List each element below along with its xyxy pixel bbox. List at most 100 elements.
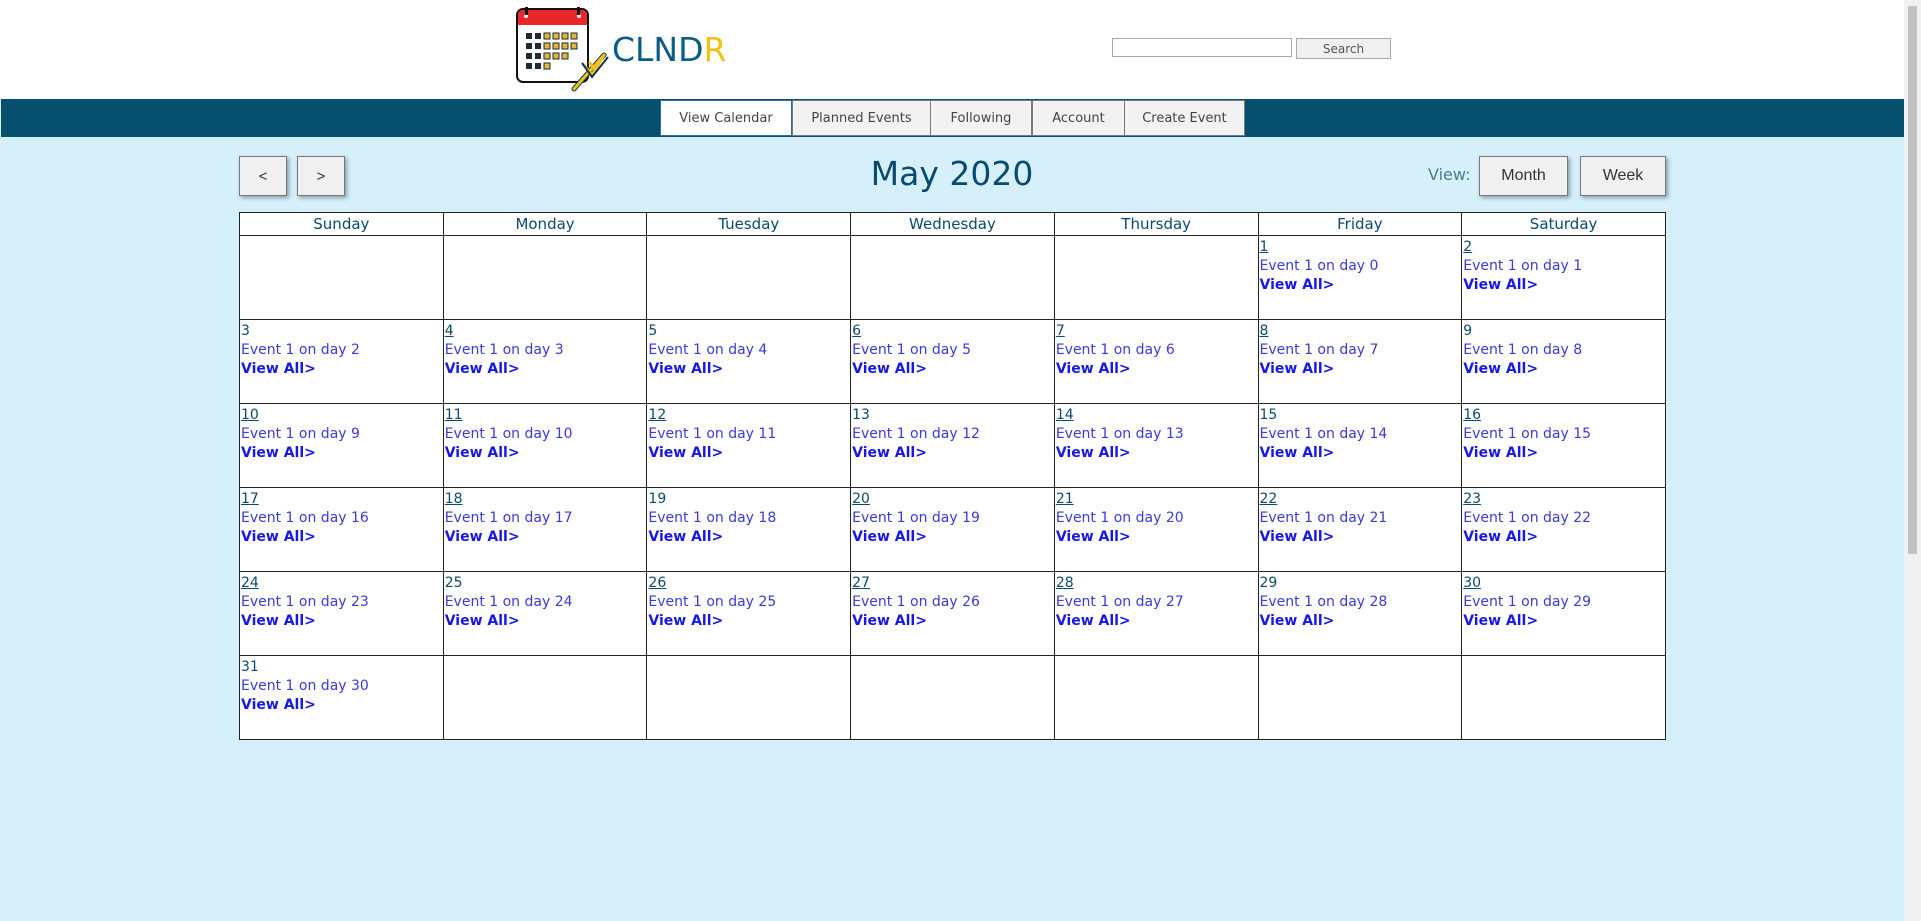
- previous-month-button[interactable]: <: [239, 156, 287, 196]
- event-link[interactable]: Event 1 on day 12: [852, 424, 1053, 444]
- event-link[interactable]: Event 1 on day 1: [1463, 256, 1664, 276]
- day-cell[interactable]: 10 Event 1 on day 9 View All>: [239, 403, 444, 488]
- day-cell[interactable]: 4 Event 1 on day 3 View All>: [442, 319, 648, 404]
- search-button[interactable]: Search: [1296, 38, 1391, 59]
- view-all-link[interactable]: View All>: [1260, 612, 1461, 631]
- day-number-link[interactable]: 24: [241, 575, 259, 592]
- day-cell[interactable]: 18 Event 1 on day 17 View All>: [442, 487, 648, 572]
- event-link[interactable]: Event 1 on day 18: [648, 508, 849, 528]
- event-link[interactable]: Event 1 on day 29: [1463, 592, 1664, 612]
- day-number-link[interactable]: 17: [241, 491, 259, 508]
- tab-following[interactable]: Following: [930, 100, 1032, 136]
- day-number-link[interactable]: 29: [1260, 575, 1278, 592]
- view-all-link[interactable]: View All>: [1260, 276, 1461, 295]
- view-all-link[interactable]: View All>: [648, 444, 849, 463]
- day-number-link[interactable]: 31: [241, 659, 259, 676]
- day-number-link[interactable]: 21: [1056, 491, 1074, 508]
- day-number-link[interactable]: 9: [1463, 323, 1472, 340]
- view-all-link[interactable]: View All>: [1056, 612, 1257, 631]
- day-number-link[interactable]: 5: [648, 323, 657, 340]
- day-number-link[interactable]: 16: [1463, 407, 1481, 424]
- view-all-link[interactable]: View All>: [852, 528, 1053, 547]
- event-link[interactable]: Event 1 on day 15: [1463, 424, 1664, 444]
- day-cell[interactable]: 16 Event 1 on day 15 View All>: [1461, 403, 1666, 488]
- day-cell[interactable]: 28 Event 1 on day 27 View All>: [1053, 571, 1259, 656]
- next-month-button[interactable]: >: [297, 156, 345, 196]
- view-all-link[interactable]: View All>: [241, 612, 442, 631]
- day-number-link[interactable]: 2: [1463, 239, 1472, 256]
- day-cell[interactable]: 12 Event 1 on day 11 View All>: [646, 403, 852, 488]
- day-number-link[interactable]: 25: [445, 575, 463, 592]
- day-cell[interactable]: 29 Event 1 on day 28 View All>: [1257, 571, 1463, 656]
- view-all-link[interactable]: View All>: [1056, 528, 1257, 547]
- event-link[interactable]: Event 1 on day 25: [648, 592, 849, 612]
- day-cell[interactable]: 7 Event 1 on day 6 View All>: [1053, 319, 1259, 404]
- day-number-link[interactable]: 28: [1056, 575, 1074, 592]
- day-cell[interactable]: 2 Event 1 on day 1 View All>: [1461, 235, 1666, 320]
- day-number-link[interactable]: 1: [1260, 239, 1269, 256]
- event-link[interactable]: Event 1 on day 23: [241, 592, 442, 612]
- day-number-link[interactable]: 7: [1056, 323, 1065, 340]
- view-all-link[interactable]: View All>: [241, 696, 442, 715]
- event-link[interactable]: Event 1 on day 14: [1260, 424, 1461, 444]
- event-link[interactable]: Event 1 on day 19: [852, 508, 1053, 528]
- day-cell[interactable]: 13 Event 1 on day 12 View All>: [850, 403, 1055, 488]
- view-all-link[interactable]: View All>: [852, 444, 1053, 463]
- event-link[interactable]: Event 1 on day 3: [445, 340, 646, 360]
- view-all-link[interactable]: View All>: [1056, 360, 1257, 379]
- event-link[interactable]: Event 1 on day 24: [445, 592, 646, 612]
- clndr-logo[interactable]: CLNDR: [516, 5, 726, 95]
- view-all-link[interactable]: View All>: [241, 360, 442, 379]
- view-all-link[interactable]: View All>: [445, 360, 646, 379]
- day-cell[interactable]: 1 Event 1 on day 0 View All>: [1257, 235, 1463, 320]
- view-all-link[interactable]: View All>: [852, 612, 1053, 631]
- day-number-link[interactable]: 8: [1260, 323, 1269, 340]
- event-link[interactable]: Event 1 on day 26: [852, 592, 1053, 612]
- day-number-link[interactable]: 12: [648, 407, 666, 424]
- day-cell[interactable]: 26 Event 1 on day 25 View All>: [646, 571, 852, 656]
- day-cell[interactable]: 15 Event 1 on day 14 View All>: [1257, 403, 1463, 488]
- view-all-link[interactable]: View All>: [241, 528, 442, 547]
- view-all-link[interactable]: View All>: [1260, 528, 1461, 547]
- tab-account[interactable]: Account: [1032, 100, 1125, 136]
- week-view-button[interactable]: Week: [1580, 156, 1666, 196]
- event-link[interactable]: Event 1 on day 9: [241, 424, 442, 444]
- day-cell[interactable]: 25 Event 1 on day 24 View All>: [442, 571, 648, 656]
- day-cell[interactable]: 11 Event 1 on day 10 View All>: [442, 403, 648, 488]
- day-cell[interactable]: 20 Event 1 on day 19 View All>: [850, 487, 1055, 572]
- event-link[interactable]: Event 1 on day 7: [1260, 340, 1461, 360]
- day-cell[interactable]: 8 Event 1 on day 7 View All>: [1257, 319, 1463, 404]
- view-all-link[interactable]: View All>: [648, 360, 849, 379]
- view-all-link[interactable]: View All>: [648, 612, 849, 631]
- event-link[interactable]: Event 1 on day 8: [1463, 340, 1664, 360]
- day-number-link[interactable]: 6: [852, 323, 861, 340]
- view-all-link[interactable]: View All>: [852, 360, 1053, 379]
- event-link[interactable]: Event 1 on day 21: [1260, 508, 1461, 528]
- day-number-link[interactable]: 14: [1056, 407, 1074, 424]
- day-number-link[interactable]: 27: [852, 575, 870, 592]
- event-link[interactable]: Event 1 on day 16: [241, 508, 442, 528]
- view-all-link[interactable]: View All>: [1056, 444, 1257, 463]
- day-cell[interactable]: 9 Event 1 on day 8 View All>: [1461, 319, 1666, 404]
- event-link[interactable]: Event 1 on day 11: [648, 424, 849, 444]
- tab-view-calendar[interactable]: View Calendar: [660, 100, 792, 136]
- day-cell[interactable]: 22 Event 1 on day 21 View All>: [1257, 487, 1463, 572]
- day-number-link[interactable]: 11: [445, 407, 463, 424]
- day-cell[interactable]: 5 Event 1 on day 4 View All>: [646, 319, 852, 404]
- view-all-link[interactable]: View All>: [1463, 444, 1664, 463]
- day-cell[interactable]: 3 Event 1 on day 2 View All>: [239, 319, 444, 404]
- view-all-link[interactable]: View All>: [1260, 360, 1461, 379]
- search-input[interactable]: [1112, 38, 1292, 57]
- event-link[interactable]: Event 1 on day 4: [648, 340, 849, 360]
- day-cell[interactable]: 19 Event 1 on day 18 View All>: [646, 487, 852, 572]
- day-cell[interactable]: 23 Event 1 on day 22 View All>: [1461, 487, 1666, 572]
- event-link[interactable]: Event 1 on day 13: [1056, 424, 1257, 444]
- day-cell[interactable]: 24 Event 1 on day 23 View All>: [239, 571, 444, 656]
- day-cell[interactable]: 17 Event 1 on day 16 View All>: [239, 487, 444, 572]
- day-number-link[interactable]: 23: [1463, 491, 1481, 508]
- event-link[interactable]: Event 1 on day 5: [852, 340, 1053, 360]
- scrollbar-thumb[interactable]: [1908, 6, 1917, 554]
- view-all-link[interactable]: View All>: [445, 612, 646, 631]
- day-cell[interactable]: 21 Event 1 on day 20 View All>: [1053, 487, 1259, 572]
- view-all-link[interactable]: View All>: [445, 528, 646, 547]
